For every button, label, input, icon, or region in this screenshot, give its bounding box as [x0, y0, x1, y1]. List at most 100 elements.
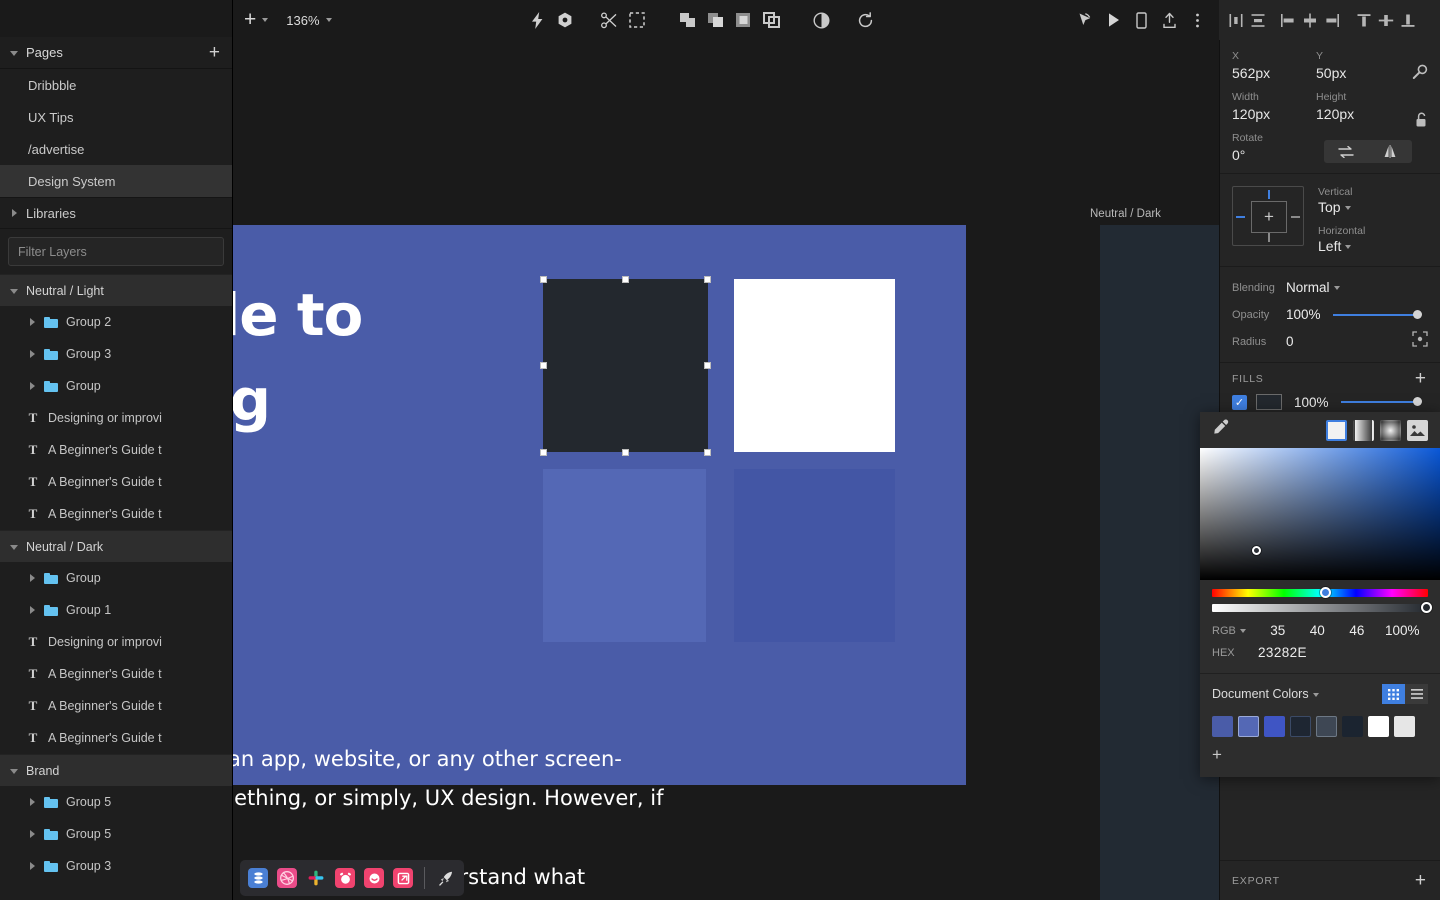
page-item-dribbble[interactable]: Dribbble [0, 69, 232, 101]
distribute-vertical-icon[interactable] [1247, 7, 1269, 33]
launch-app-icon[interactable] [393, 868, 413, 888]
width-field[interactable]: Width 120px [1232, 91, 1316, 122]
align-right-icon[interactable] [1321, 7, 1343, 33]
height-value[interactable]: 120px [1316, 106, 1400, 122]
intersect-icon[interactable] [729, 6, 757, 34]
x-value[interactable]: 562px [1232, 65, 1316, 81]
color-swatch[interactable] [1290, 716, 1311, 737]
color-r-value[interactable]: 35 [1258, 623, 1298, 638]
union-icon[interactable] [673, 6, 701, 34]
chevron-right-icon[interactable] [26, 380, 38, 392]
chevron-right-icon[interactable] [26, 796, 38, 808]
marquee-select-icon[interactable] [623, 6, 651, 34]
color-swatch[interactable] [1368, 716, 1389, 737]
layer-group-neutral-dark[interactable]: Neutral / Dark [0, 530, 232, 562]
constraint-right-tick[interactable] [1291, 216, 1300, 218]
selection-handle-middle-left[interactable] [540, 362, 547, 369]
layer-item-text-guide-2[interactable]: T A Beginner's Guide t [0, 466, 232, 498]
vertical-value[interactable]: Top [1318, 199, 1428, 215]
chevron-down-icon[interactable] [8, 285, 20, 297]
document-colors-title[interactable]: Document Colors [1212, 687, 1382, 701]
opacity-slider[interactable] [1333, 309, 1422, 321]
chevron-right-icon[interactable] [26, 316, 38, 328]
opacity-value[interactable]: 100% [1286, 307, 1321, 322]
page-item-ux-tips[interactable]: UX Tips [0, 101, 232, 133]
selection-handle-bottom-right[interactable] [704, 449, 711, 456]
list-view-icon[interactable] [1405, 684, 1428, 704]
radius-row[interactable]: Radius 0 [1232, 328, 1428, 355]
slack-app-icon[interactable] [306, 868, 326, 888]
chevron-down-icon[interactable] [1240, 629, 1246, 633]
layer-group-brand[interactable]: Brand [0, 754, 232, 786]
canvas-shape-dark-square[interactable] [543, 279, 708, 452]
selection-handle-top-center[interactable] [622, 276, 629, 283]
layer-item-text-guide-dark-2[interactable]: T A Beginner's Guide t [0, 690, 232, 722]
layer-item-group-1[interactable]: Group 1 [0, 594, 232, 626]
insert-button[interactable]: + [244, 11, 256, 29]
y-value[interactable]: 50px [1316, 65, 1400, 81]
difference-icon[interactable] [757, 6, 785, 34]
anchor-picker[interactable]: + [1232, 186, 1304, 246]
individual-corners-icon[interactable] [1412, 331, 1428, 352]
selection-handle-top-right[interactable] [704, 276, 711, 283]
chevron-right-icon[interactable] [26, 604, 38, 616]
rocket-app-icon[interactable] [436, 868, 456, 888]
grid-view-icon[interactable] [1382, 684, 1405, 704]
color-g-value[interactable]: 40 [1298, 623, 1338, 638]
layers-list[interactable]: Neutral / Light Group 2 Group 3 Group T … [0, 274, 232, 900]
nut-icon[interactable] [551, 6, 579, 34]
width-value[interactable]: 120px [1232, 106, 1316, 122]
page-item-advertise[interactable]: /advertise [0, 133, 232, 165]
constraint-bottom-tick[interactable] [1268, 233, 1270, 242]
opacity-slider-knob[interactable] [1413, 310, 1422, 319]
align-bottom-icon[interactable] [1397, 7, 1419, 33]
export-upload-icon[interactable] [1155, 6, 1183, 34]
color-swatch[interactable] [1264, 716, 1285, 737]
rotate-value[interactable]: 0° [1232, 147, 1316, 163]
constraint-left-tick[interactable] [1236, 216, 1245, 218]
layer-item-group-5b[interactable]: Group 5 [0, 818, 232, 850]
add-page-button[interactable]: + [207, 46, 222, 60]
more-options-icon[interactable] [1183, 6, 1211, 34]
align-top-icon[interactable] [1353, 7, 1375, 33]
eyedropper-icon[interactable] [1212, 419, 1229, 441]
hex-value[interactable]: 23282E [1258, 645, 1307, 660]
color-alpha-value[interactable]: 100% [1377, 623, 1428, 638]
y-field[interactable]: Y 50px [1316, 50, 1400, 81]
canvas-shape-blue-square[interactable] [734, 469, 895, 642]
linear-gradient-icon[interactable] [1353, 420, 1374, 441]
alarm-app-icon[interactable] [335, 868, 355, 888]
cursor-share-icon[interactable] [1071, 6, 1099, 34]
alpha-slider-knob[interactable] [1421, 602, 1432, 613]
fill-opacity-slider-knob[interactable] [1413, 397, 1422, 406]
mask-icon[interactable] [807, 6, 835, 34]
database-app-icon[interactable] [248, 868, 268, 888]
chevron-down-icon[interactable] [1345, 206, 1351, 210]
alpha-slider[interactable] [1212, 604, 1428, 612]
chevron-down-icon[interactable] [1334, 286, 1340, 290]
fill-enabled-checkbox[interactable]: ✓ [1232, 395, 1247, 410]
image-fill-icon[interactable] [1407, 420, 1428, 441]
pages-header[interactable]: Pages + [0, 37, 232, 69]
blending-row[interactable]: Blending Normal [1232, 274, 1428, 301]
layer-item-group-3[interactable]: Group 3 [0, 338, 232, 370]
blending-value[interactable]: Normal [1286, 280, 1330, 295]
horizontal-value[interactable]: Left [1318, 238, 1428, 254]
color-swatch[interactable] [1342, 716, 1363, 737]
color-mode-selector[interactable]: RGB [1212, 625, 1258, 637]
selection-handle-middle-right[interactable] [704, 362, 711, 369]
hue-slider-knob[interactable] [1320, 587, 1331, 598]
constraint-top-tick[interactable] [1268, 190, 1270, 199]
solid-fill-icon[interactable] [1326, 420, 1347, 441]
scissors-icon[interactable] [595, 6, 623, 34]
layer-item-text-guide-1[interactable]: T A Beginner's Guide t [0, 434, 232, 466]
layer-item-group-3b[interactable]: Group 3 [0, 850, 232, 882]
layer-item-text-designing-dark[interactable]: T Designing or improvi [0, 626, 232, 658]
fill-opacity-value[interactable]: 100% [1294, 395, 1329, 410]
layer-item-text-designing[interactable]: T Designing or improvi [0, 402, 232, 434]
align-center-horizontal-icon[interactable] [1299, 7, 1321, 33]
page-item-design-system[interactable]: Design System [0, 165, 232, 197]
saturation-value-knob[interactable] [1252, 546, 1261, 555]
chevron-down-icon[interactable] [8, 765, 20, 777]
align-middle-vertical-icon[interactable] [1375, 7, 1397, 33]
